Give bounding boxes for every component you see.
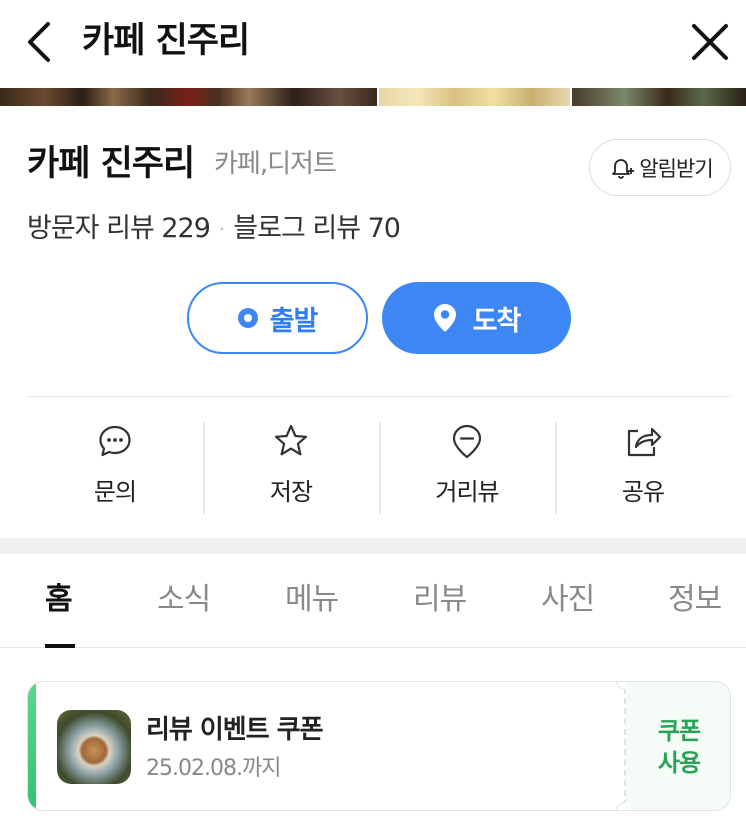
section-separator (0, 538, 746, 554)
visitor-review-link[interactable]: 방문자 리뷰 229 (27, 211, 211, 247)
arrive-label: 도착 (472, 305, 522, 337)
depart-button[interactable]: 출발 (187, 282, 368, 354)
coupon-card[interactable]: 리뷰 이벤트 쿠폰 25.02.08.까지 쿠폰 사용 (27, 681, 731, 811)
chat-bubble-icon (96, 422, 134, 460)
depart-label: 출발 (269, 305, 319, 337)
page-title: 카페 진주리 (82, 21, 250, 61)
use-coupon-button[interactable]: 쿠폰 사용 (626, 682, 730, 810)
store-category: 카페,디저트 (214, 149, 337, 179)
coupon-title: 리뷰 이벤트 쿠폰 (146, 715, 324, 745)
back-button[interactable] (22, 20, 58, 64)
blog-review-link[interactable]: 블로그 리뷰 70 (233, 211, 401, 247)
action-label: 문의 (93, 478, 137, 506)
bell-plus-icon (612, 158, 635, 179)
top-bar: 카페 진주리 (0, 0, 746, 88)
store-photo[interactable] (572, 88, 746, 106)
save-button[interactable]: 저장 (203, 412, 379, 522)
active-tab-indicator (45, 644, 75, 648)
chevron-left-icon (28, 22, 50, 62)
separator-dot: · (218, 217, 225, 241)
photo-strip[interactable] (0, 88, 746, 106)
street-view-button[interactable]: 거리뷰 (379, 412, 555, 522)
action-label: 공유 (621, 478, 665, 506)
street-view-pin-icon (448, 422, 486, 460)
use-coupon-label: 쿠폰 사용 (657, 717, 701, 777)
tab-info[interactable]: 정보 (668, 580, 722, 620)
share-button[interactable]: 공유 (555, 412, 731, 522)
location-pin-icon (433, 304, 456, 332)
action-row: 문의 저장 거리뷰 공유 (27, 412, 731, 522)
close-button[interactable] (688, 20, 732, 64)
coupon-accent-bar (28, 682, 36, 810)
tab-photos[interactable]: 사진 (541, 580, 595, 620)
coupon-thumbnail (57, 710, 131, 784)
coupon-expiry: 25.02.08.까지 (146, 756, 281, 781)
inquiry-button[interactable]: 문의 (27, 412, 203, 522)
action-label: 저장 (269, 478, 313, 506)
store-photo[interactable] (378, 88, 571, 106)
arrive-button[interactable]: 도착 (382, 282, 571, 354)
star-icon (272, 422, 310, 460)
review-summary: 방문자 리뷰 229 · 블로그 리뷰 70 (27, 211, 401, 247)
store-name: 카페 진주리 (27, 144, 195, 184)
alarm-subscribe-button[interactable]: 알림받기 (589, 139, 731, 196)
tab-home[interactable]: 홈 (45, 580, 73, 620)
divider (27, 396, 731, 397)
alarm-label: 알림받기 (639, 156, 713, 181)
tab-news[interactable]: 소식 (157, 580, 211, 620)
close-icon (692, 24, 728, 60)
tab-bar: 홈 소식 메뉴 리뷰 사진 정보 (0, 554, 746, 648)
share-icon (624, 422, 662, 460)
tab-reviews[interactable]: 리뷰 (413, 580, 467, 620)
store-photo[interactable] (0, 88, 377, 106)
origin-dot-icon (237, 308, 258, 328)
tab-menu[interactable]: 메뉴 (285, 580, 339, 620)
action-label: 거리뷰 (435, 478, 499, 506)
